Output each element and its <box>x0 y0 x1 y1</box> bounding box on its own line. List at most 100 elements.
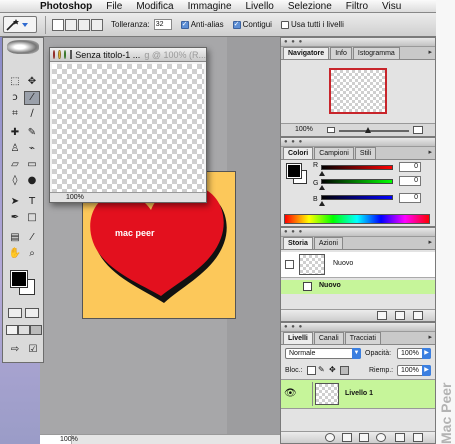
zoom-tool-icon[interactable]: ⌕ <box>24 247 40 261</box>
standard-mode-icon[interactable] <box>8 308 22 318</box>
document-zoom[interactable]: 100% <box>50 192 206 202</box>
history-brush-icon[interactable]: ⌁ <box>24 142 40 156</box>
new-snapshot-icon[interactable] <box>395 311 405 320</box>
g-slider-thumb[interactable] <box>319 185 325 190</box>
move-tool-icon[interactable]: ✥ <box>24 75 40 89</box>
new-layer-icon[interactable] <box>395 433 405 442</box>
shape-tool-icon[interactable]: □ <box>24 211 40 225</box>
antialias-checkbox[interactable]: ✓ <box>180 20 189 29</box>
tab-azioni[interactable]: Azioni <box>313 237 343 249</box>
dodge-tool-icon[interactable]: ● <box>24 174 40 188</box>
contiguous-checkbox[interactable]: ✓ <box>232 20 241 29</box>
b-value[interactable]: 0 <box>399 193 421 203</box>
tab-livelli[interactable]: Livelli <box>283 332 313 344</box>
slice-tool-icon[interactable]: ∕ <box>24 107 40 121</box>
r-slider-thumb[interactable] <box>319 171 325 176</box>
g-slider[interactable] <box>321 179 393 184</box>
tab-tracciati[interactable]: Tracciati <box>344 332 381 344</box>
lock-transparency-icon[interactable] <box>307 366 316 375</box>
gradient-tool-icon[interactable]: ▭ <box>24 158 40 172</box>
blend-mode-select[interactable]: Normale ▼ <box>285 348 361 359</box>
menu-immagine[interactable]: Immagine <box>188 1 232 12</box>
zoom-in-icon[interactable] <box>413 126 423 134</box>
tolerance-input[interactable]: 32 <box>153 19 172 30</box>
b-slider-thumb[interactable] <box>319 201 325 206</box>
healing-brush-icon[interactable]: ✚ <box>7 126 23 140</box>
menu-visualizza[interactable]: Visu <box>382 1 401 12</box>
jump-to-icon[interactable]: ☑ <box>25 343 41 357</box>
adjustment-layer-icon[interactable] <box>376 433 386 442</box>
background-doc-zoom[interactable]: 100% <box>40 435 78 444</box>
history-brush-source-icon[interactable] <box>285 260 294 269</box>
screen-mode-full-icon[interactable] <box>30 325 42 335</box>
zoom-button[interactable] <box>63 50 66 59</box>
b-slider[interactable] <box>321 195 393 200</box>
path-selection-icon[interactable]: ➤ <box>7 195 23 209</box>
zoom-out-icon[interactable] <box>327 127 335 133</box>
lock-position-icon[interactable]: ✥ <box>329 366 338 375</box>
tab-info[interactable]: Info <box>330 47 352 59</box>
close-button[interactable] <box>53 50 56 59</box>
opacity-input[interactable]: 100% ▶ <box>397 348 431 359</box>
tool-preset-picker[interactable] <box>3 16 37 33</box>
fill-input[interactable]: 100% ▶ <box>397 365 431 376</box>
tab-storia[interactable]: Storia <box>283 237 313 249</box>
blur-tool-icon[interactable]: ◊ <box>7 174 23 188</box>
menu-file[interactable]: File <box>106 1 122 12</box>
zoom-slider-thumb[interactable] <box>365 127 371 133</box>
lock-all-icon[interactable] <box>340 366 349 375</box>
menu-filtro[interactable]: Filtro <box>346 1 368 12</box>
quick-mask-icon[interactable] <box>25 308 39 318</box>
color-fg-swatch[interactable] <box>286 163 302 179</box>
panel-menu-icon[interactable]: ▸ <box>428 333 432 341</box>
hand-tool-icon[interactable]: ✋ <box>7 247 23 261</box>
marquee-tool-icon[interactable]: ⬚ <box>7 75 23 89</box>
history-state-row[interactable]: Nuovo <box>281 280 435 294</box>
tab-canali[interactable]: Canali <box>313 332 344 344</box>
selection-mode-icons[interactable] <box>52 18 103 31</box>
document-canvas[interactable] <box>52 64 204 192</box>
screen-mode-menubar-icon[interactable] <box>18 325 30 335</box>
color-spectrum-bar[interactable] <box>284 214 430 224</box>
clone-stamp-icon[interactable]: ♙ <box>7 142 23 156</box>
panel-header[interactable]: ● ● ● <box>281 228 435 237</box>
menu-app-name[interactable]: Photoshop <box>40 1 92 12</box>
panel-menu-icon[interactable]: ▸ <box>428 148 432 156</box>
photoshop-feather-icon[interactable] <box>7 40 39 54</box>
menu-livello[interactable]: Livello <box>246 1 274 12</box>
layer-group-icon[interactable] <box>359 433 369 442</box>
navigator-thumbnail[interactable] <box>329 68 387 114</box>
history-snapshot-row[interactable]: Nuovo <box>281 252 435 278</box>
navigator-zoom[interactable]: 100% <box>295 126 313 133</box>
layer-mask-icon[interactable] <box>342 433 352 442</box>
panel-menu-icon[interactable]: ▸ <box>428 238 432 246</box>
tab-navigatore[interactable]: Navigatore <box>283 47 330 59</box>
minimize-button[interactable] <box>58 50 61 59</box>
magic-wand-tool-icon[interactable]: ⁄ <box>24 91 40 105</box>
panel-menu-icon[interactable]: ▸ <box>428 48 432 56</box>
type-tool-icon[interactable]: T <box>24 195 40 209</box>
notes-tool-icon[interactable]: ▤ <box>7 231 23 245</box>
pen-tool-icon[interactable]: ✒ <box>7 211 23 225</box>
g-value[interactable]: 0 <box>399 176 421 186</box>
panel-header[interactable]: ● ● ● <box>281 323 435 332</box>
lock-image-icon[interactable]: ✎ <box>318 366 327 375</box>
foreground-color-swatch[interactable] <box>10 270 28 288</box>
tab-colori[interactable]: Colori <box>283 147 314 159</box>
new-document-from-state-icon[interactable] <box>377 311 387 320</box>
trash-icon[interactable] <box>413 433 423 442</box>
layer-row[interactable]: 👁 Livello 1 <box>281 379 435 409</box>
r-value[interactable]: 0 <box>399 162 421 172</box>
tab-stili[interactable]: Stili <box>354 147 377 159</box>
imageready-icon[interactable]: ⇨ <box>7 343 23 357</box>
layer-link-box[interactable] <box>301 382 313 406</box>
document-titlebar[interactable]: Senza titolo-1 ... g @ 100% (R... <box>50 48 206 62</box>
panel-header[interactable]: ● ● ● <box>281 38 435 47</box>
r-slider[interactable] <box>321 165 393 170</box>
menu-modifica[interactable]: Modifica <box>136 1 173 12</box>
eye-icon[interactable]: 👁 <box>284 388 297 399</box>
trash-icon[interactable] <box>413 311 423 320</box>
eraser-tool-icon[interactable]: ▱ <box>7 158 23 172</box>
tab-istogramma[interactable]: Istogramma <box>352 47 400 59</box>
brush-tool-icon[interactable]: ✎ <box>24 126 40 140</box>
